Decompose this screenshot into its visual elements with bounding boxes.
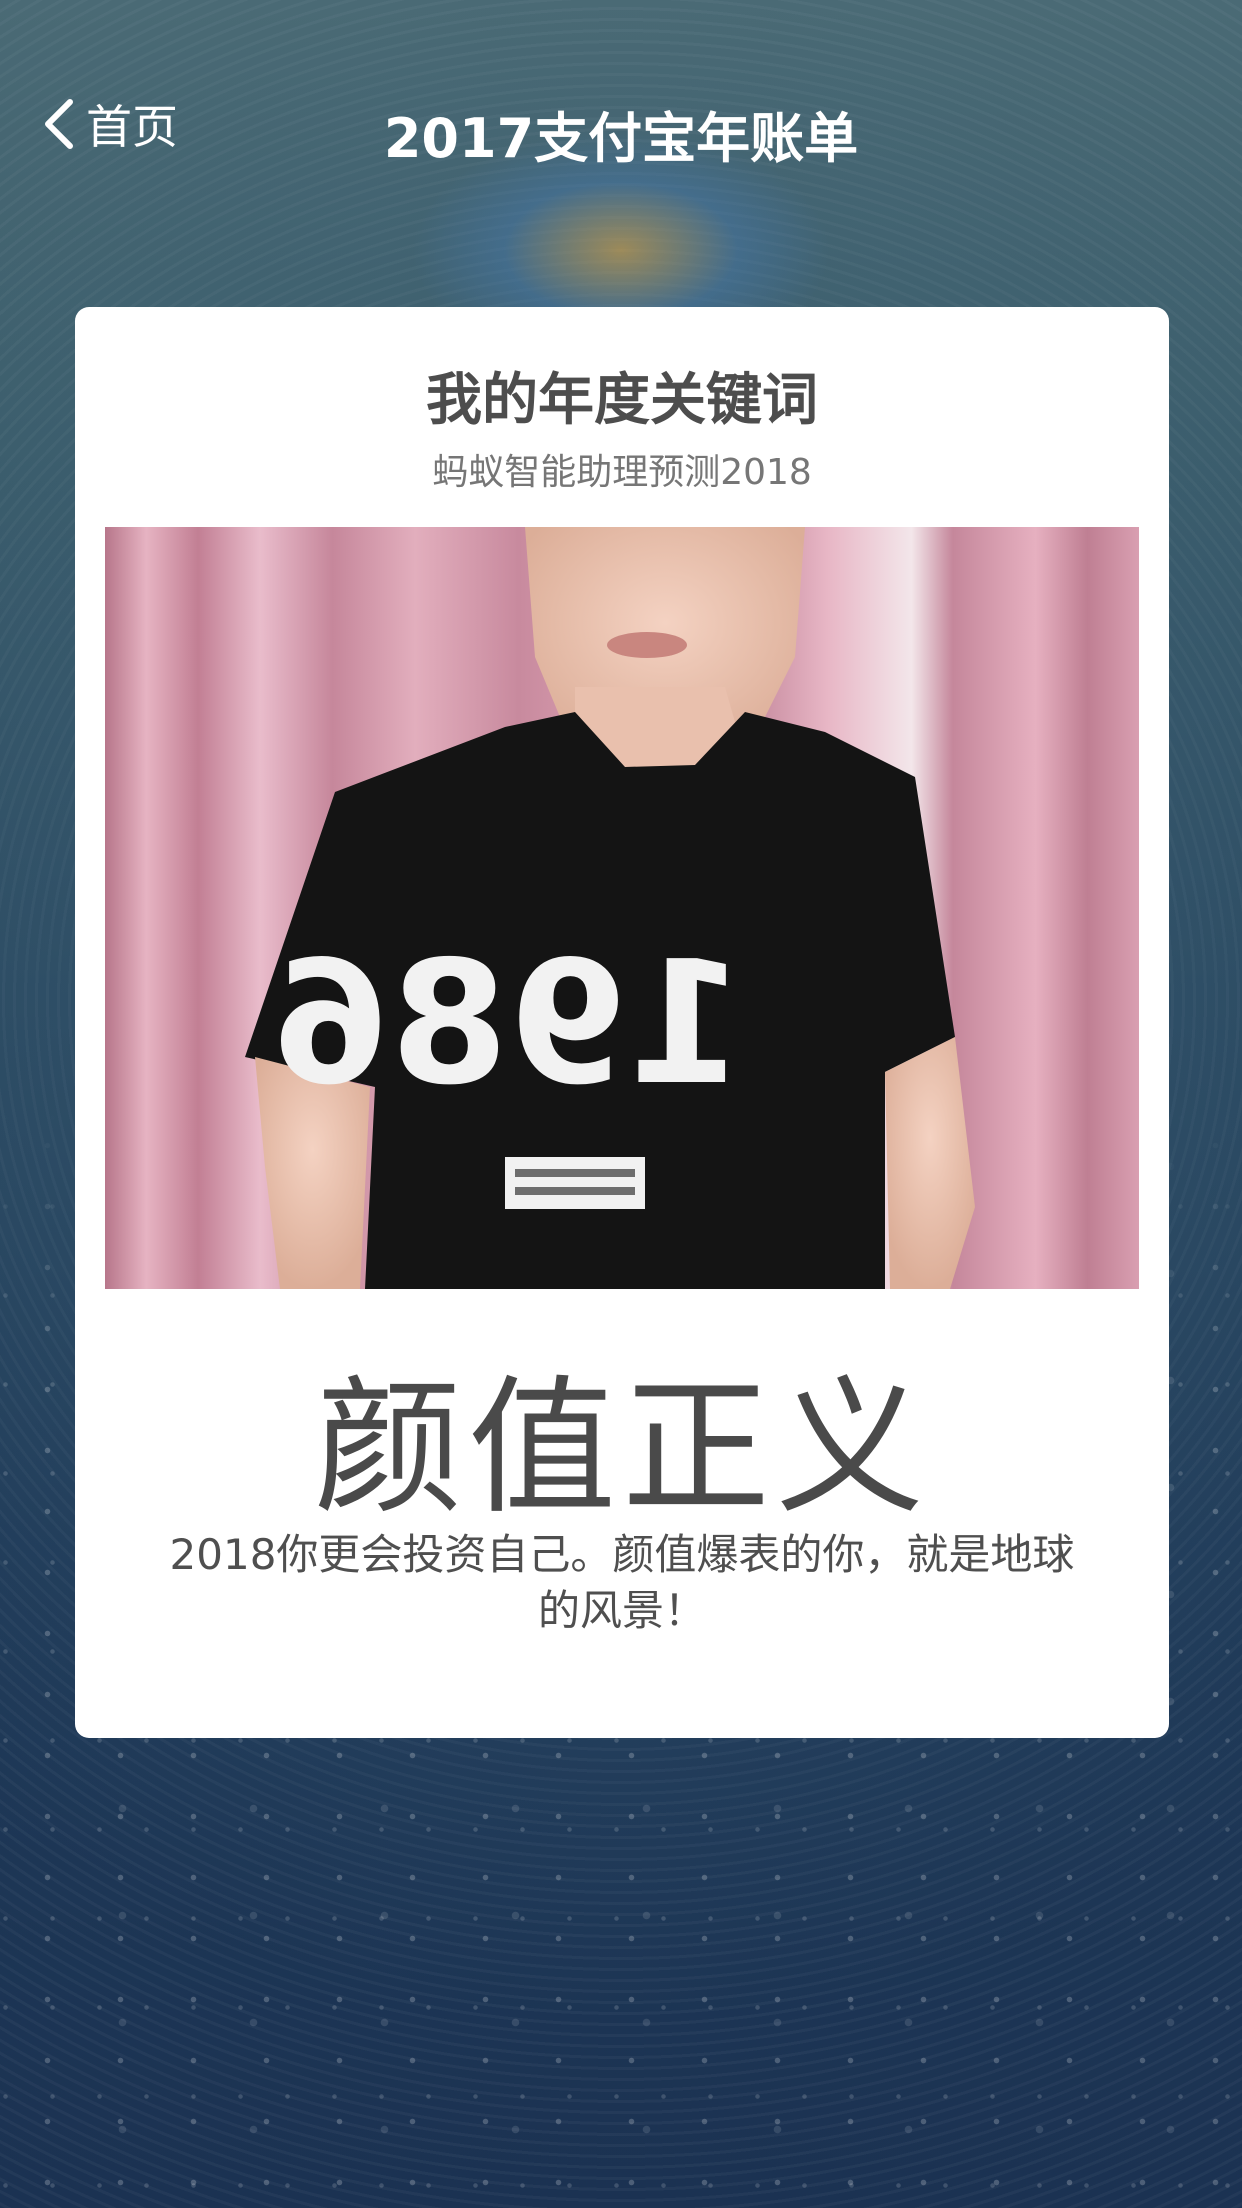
- annual-keyword: 颜值正义: [314, 1362, 930, 1534]
- card-subtitle: 蚂蚁智能助理预测2018: [432, 452, 812, 493]
- keyword-description: 2018你更会投资自己。颜值爆表的你，就是地球的风景！: [169, 1530, 1075, 1635]
- keyword-card: 我的年度关键词 蚂蚁智能助理预测2018 1986 颜值正义 2018你更会投资…: [75, 307, 1169, 1738]
- user-photo: 1986: [105, 527, 1139, 1289]
- page-title: 2017支付宝年账单: [383, 107, 859, 170]
- nav-bar: 首页 2017支付宝年账单: [0, 0, 1242, 250]
- portrait-illustration: 1986: [105, 527, 1139, 1289]
- shirt-print: 1986: [272, 925, 745, 1123]
- card-title: 我的年度关键词: [426, 368, 818, 433]
